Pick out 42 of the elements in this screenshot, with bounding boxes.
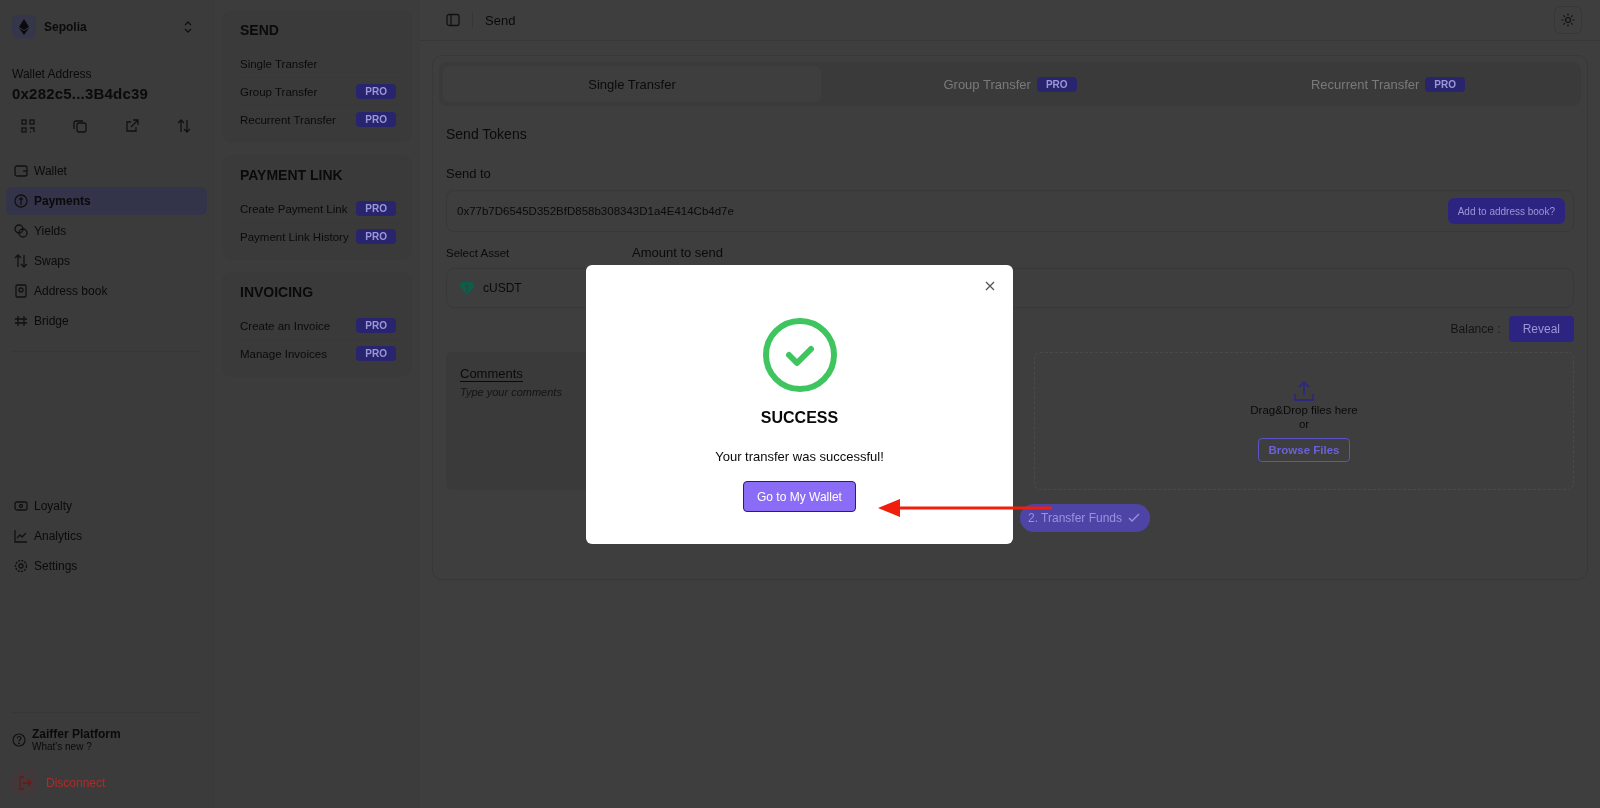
circles-icon	[14, 224, 28, 238]
pro-badge: PRO	[356, 201, 396, 216]
tab[interactable]: Recurrent Transfer PRO	[1199, 66, 1577, 102]
wallet-icon	[14, 164, 28, 178]
tab[interactable]: Group Transfer PRO	[821, 66, 1199, 102]
external-link-icon[interactable]	[125, 119, 139, 133]
disconnect-link[interactable]: Disconnect	[46, 776, 106, 790]
settings-icon	[14, 559, 28, 573]
pro-badge: PRO	[356, 229, 396, 244]
copy-icon[interactable]	[73, 119, 87, 133]
sidebar-toggle-icon[interactable]	[446, 13, 460, 27]
logout-icon[interactable]	[12, 770, 38, 796]
close-icon[interactable]	[985, 281, 995, 291]
pro-badge: PRO	[356, 112, 396, 127]
nav-item[interactable]: Payments	[6, 187, 207, 215]
chart-icon	[14, 529, 28, 543]
check-circle-icon	[761, 317, 838, 393]
hash-icon	[14, 314, 28, 328]
go-to-wallet-button[interactable]: Go to My Wallet	[743, 481, 856, 512]
pro-badge: PRO	[356, 346, 396, 361]
pro-badge: PRO	[356, 318, 396, 333]
pro-badge: PRO	[356, 84, 396, 99]
add-to-address-book-button[interactable]: Add to address book?	[1447, 198, 1565, 224]
dialog-title: SUCCESS	[760, 409, 839, 427]
upload-icon	[1293, 380, 1315, 402]
sun-icon	[1561, 13, 1575, 27]
ethereum-icon	[12, 15, 36, 39]
coin-icon	[14, 194, 28, 208]
dialog-message: Your transfer was successful!	[715, 449, 884, 464]
browse-files-button[interactable]: Browse Files	[1257, 438, 1351, 462]
diamond-icon	[459, 281, 475, 295]
reveal-button[interactable]: Reveal	[1508, 316, 1574, 342]
qr-code-icon[interactable]	[21, 119, 35, 133]
check-icon	[1128, 513, 1140, 523]
contact-book-icon	[14, 284, 28, 298]
swap-arrows-icon[interactable]	[177, 119, 191, 133]
transfer-funds-button[interactable]: 2. Transfer Funds	[1019, 504, 1150, 532]
swap-arrows-icon	[14, 254, 28, 268]
theme-toggle-button[interactable]	[1554, 6, 1582, 34]
chevron-updown-icon[interactable]	[183, 20, 193, 34]
ticket-icon	[14, 499, 28, 513]
help-icon	[12, 732, 26, 747]
